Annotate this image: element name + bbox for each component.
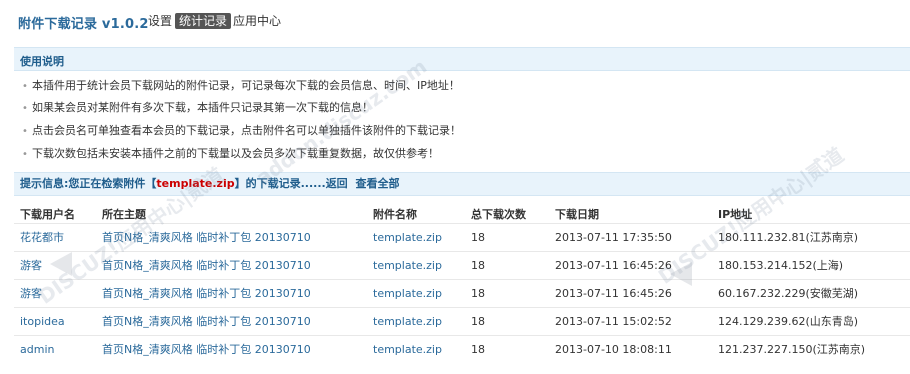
user-link[interactable]: 游客: [20, 259, 42, 273]
download-count: 18: [471, 231, 485, 244]
user-link[interactable]: admin: [20, 343, 54, 357]
ip-address: 60.167.232.229(安徽芜湖): [718, 287, 859, 300]
download-count: 18: [471, 259, 485, 272]
column-header: 下载日期: [555, 208, 599, 221]
download-count: 18: [471, 287, 485, 300]
bullet-icon: •: [22, 126, 28, 137]
notice-prefix: 提示信息:您正在检索附件【: [20, 177, 157, 190]
download-date: 2013-07-10 18:08:11: [555, 343, 672, 356]
user-link[interactable]: 游客: [20, 287, 42, 301]
column-header: 下载用户名: [20, 208, 75, 221]
table-row: 游客 首页N格_清爽风格 临时补丁包 20130710 template.zip…: [14, 251, 910, 280]
view-all-link[interactable]: 查看全部: [356, 173, 400, 195]
help-item: • 如果某会员对某附件有多次下载，本插件只记录其第一次下载的信息！: [22, 99, 373, 117]
attachment-link[interactable]: template.zip: [373, 315, 442, 329]
tab-stats-records[interactable]: 统计记录: [175, 13, 232, 29]
notice-bar: 提示信息:您正在检索附件【template.zip】的下载记录......返回 …: [14, 172, 910, 196]
user-link[interactable]: itopidea: [20, 315, 65, 329]
attachment-link[interactable]: template.zip: [373, 287, 442, 301]
topic-link[interactable]: 首页N格_清爽风格 临时补丁包 20130710: [102, 259, 311, 273]
ip-address: 180.153.214.152(上海): [718, 259, 844, 272]
notice-suffix: 】的下载记录......: [234, 177, 326, 190]
ip-address: 121.237.227.150(江苏南京): [718, 343, 866, 356]
attachment-link[interactable]: template.zip: [373, 259, 442, 273]
download-date: 2013-07-11 16:45:26: [555, 259, 672, 272]
bullet-icon: •: [22, 81, 28, 92]
column-header: 所在主题: [102, 208, 146, 221]
tab-app-center[interactable]: 应用中心: [233, 13, 281, 29]
notice-file-name: template.zip: [156, 177, 235, 190]
bullet-icon: •: [22, 149, 28, 160]
column-header: 附件名称: [373, 208, 417, 221]
download-count: 18: [471, 315, 485, 328]
table-row: itopidea 首页N格_清爽风格 临时补丁包 20130710 templa…: [14, 307, 910, 336]
back-link[interactable]: 返回: [326, 173, 348, 195]
column-header: 总下载次数: [471, 208, 526, 221]
tab-settings[interactable]: 设置: [148, 13, 172, 29]
download-date: 2013-07-11 16:45:26: [555, 287, 672, 300]
download-date: 2013-07-11 17:35:50: [555, 231, 672, 244]
download-count: 18: [471, 343, 485, 356]
table-row: admin 首页N格_清爽风格 临时补丁包 20130710 template.…: [14, 335, 910, 364]
help-item: • 点击会员名可单独查看本会员的下载记录，点击附件名可以单独插件该附件的下载记录！: [22, 122, 461, 140]
topic-link[interactable]: 首页N格_清爽风格 临时补丁包 20130710: [102, 231, 311, 245]
bullet-icon: •: [22, 103, 28, 114]
topic-link[interactable]: 首页N格_清爽风格 临时补丁包 20130710: [102, 287, 311, 301]
column-header: IP地址: [718, 208, 753, 221]
help-panel: 使用说明 • 本插件用于统计会员下载网站的附件记录，可记录每次下载的会员信息、时间…: [14, 47, 910, 171]
topic-link[interactable]: 首页N格_清爽风格 临时补丁包 20130710: [102, 343, 311, 357]
download-date: 2013-07-11 15:02:52: [555, 315, 672, 328]
app-header: 附件下载记录 v1.0.2 设置 统计记录 应用中心: [0, 0, 910, 38]
help-item: • 本插件用于统计会员下载网站的附件记录，可记录每次下载的会员信息、时间、IP地址…: [22, 77, 460, 95]
attachment-link[interactable]: template.zip: [373, 231, 442, 245]
help-panel-header: 使用说明: [14, 47, 910, 71]
user-link[interactable]: 花花都市: [20, 231, 64, 245]
table-row: 游客 首页N格_清爽风格 临时补丁包 20130710 template.zip…: [14, 279, 910, 308]
topic-link[interactable]: 首页N格_清爽风格 临时补丁包 20130710: [102, 315, 311, 329]
help-title: 使用说明: [20, 55, 64, 68]
help-item: • 下载次数包括未安装本插件之前的下载量以及会员多次下载重复数据，故仅供参考！: [22, 145, 439, 163]
table-row: 花花都市 首页N格_清爽风格 临时补丁包 20130710 template.z…: [14, 223, 910, 252]
ip-address: 180.111.232.81(江苏南京): [718, 231, 859, 244]
page-title: 附件下载记录 v1.0.2: [18, 17, 149, 32]
ip-address: 124.129.239.62(山东青岛): [718, 315, 859, 328]
attachment-link[interactable]: template.zip: [373, 343, 442, 357]
